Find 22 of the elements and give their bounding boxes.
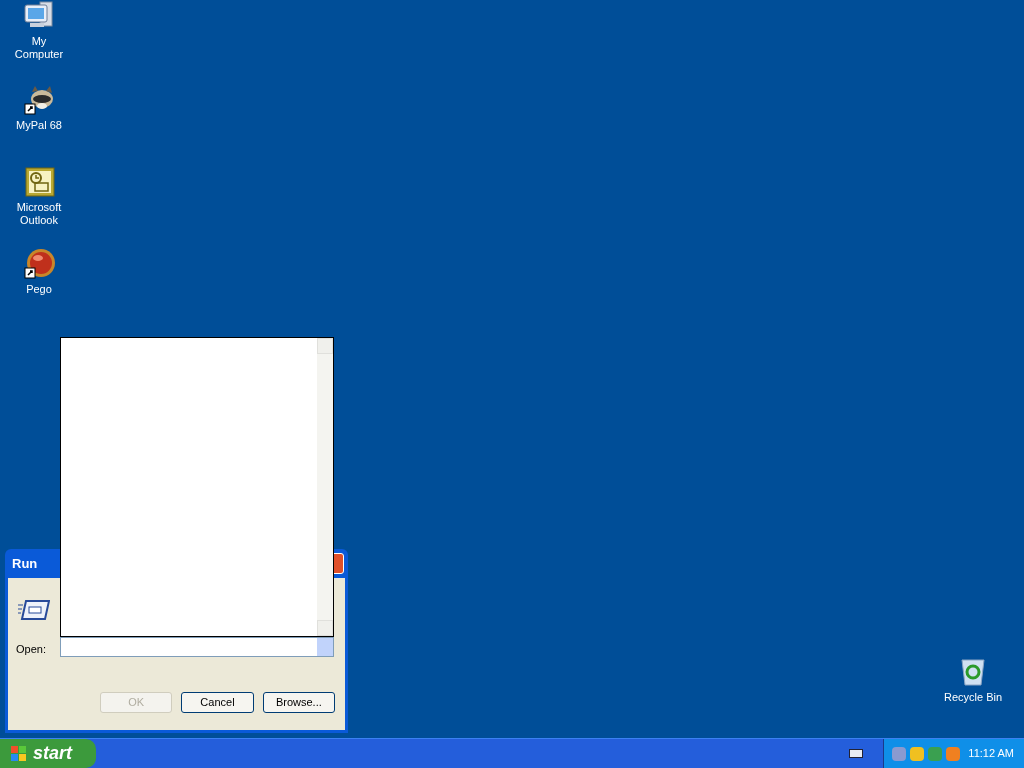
ball-icon bbox=[22, 248, 56, 280]
scroll-up-icon[interactable] bbox=[317, 338, 333, 354]
desktop-icon-label[interactable]: My Computer bbox=[7, 35, 71, 61]
desktop-icon-label[interactable]: MyPal 68 bbox=[7, 119, 71, 132]
run-icon bbox=[18, 599, 50, 621]
open-label: Open: bbox=[16, 642, 46, 657]
window-title: Run bbox=[12, 554, 38, 573]
dialog-button[interactable]: Browse... bbox=[262, 692, 335, 713]
scroll-down-icon[interactable] bbox=[317, 620, 333, 636]
scrollbar[interactable] bbox=[317, 338, 333, 636]
dropdown-button[interactable] bbox=[317, 638, 333, 656]
dialog-button[interactable]: Cancel bbox=[181, 692, 254, 713]
raccoon-icon bbox=[22, 84, 56, 116]
keyboard-icon[interactable] bbox=[849, 749, 864, 758]
clock: 11:12 AM bbox=[968, 746, 1014, 762]
desktop-icon-label[interactable]: Recycle Bin bbox=[941, 691, 1005, 704]
windows-flag-icon bbox=[10, 744, 28, 763]
start-button[interactable]: start bbox=[0, 739, 96, 768]
desktop-icon-label[interactable]: Microsoft Outlook bbox=[7, 201, 71, 227]
outlook-icon bbox=[22, 166, 56, 198]
desktop-icon-label[interactable]: Pego bbox=[7, 283, 71, 296]
open-combobox[interactable] bbox=[60, 637, 334, 657]
